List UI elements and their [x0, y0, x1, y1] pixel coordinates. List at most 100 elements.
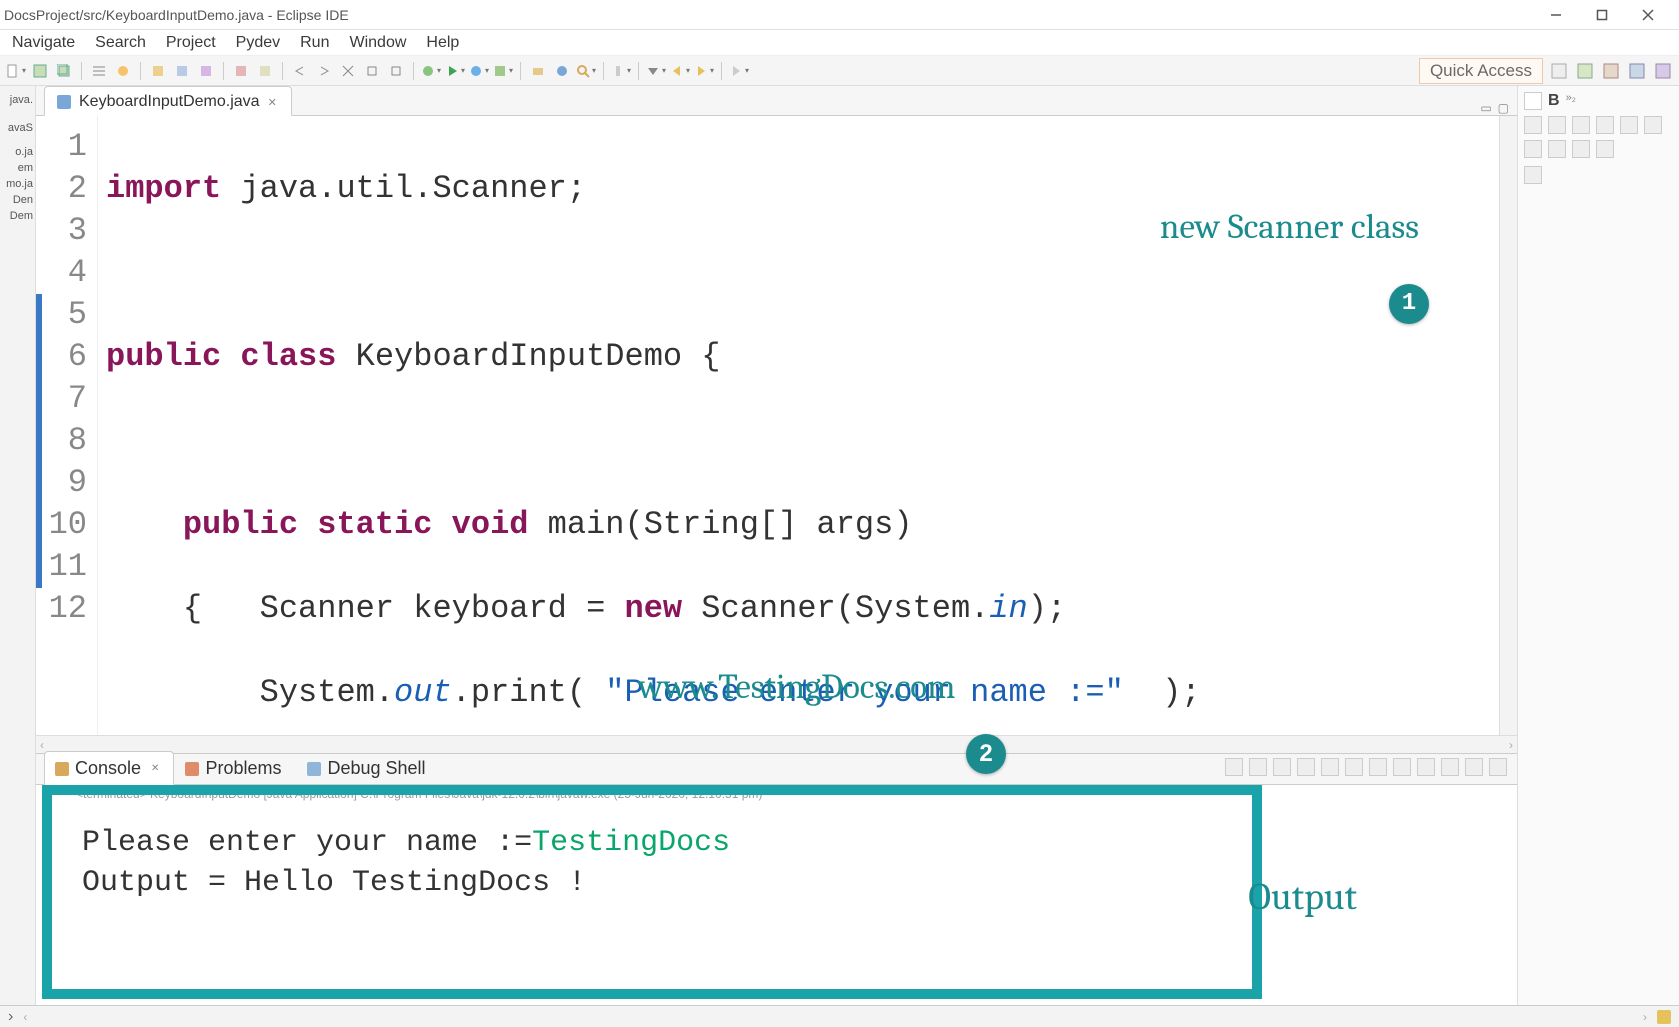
menu-pydev[interactable]: Pydev — [226, 34, 290, 52]
maximize-view-button[interactable] — [1489, 758, 1507, 776]
code-editor[interactable]: 1 2 3 4 5 6 7 8 9 10 11 12 import java.u… — [36, 116, 1517, 735]
hide-fields-button[interactable] — [1596, 116, 1614, 134]
status-right-arrow-icon[interactable]: › — [1643, 1010, 1647, 1024]
tab-console[interactable]: Console ✕ — [44, 751, 174, 785]
breadcrumb-menu-icon[interactable]: »₂ — [1566, 92, 1576, 110]
breadcrumb-icon[interactable] — [1524, 92, 1542, 110]
word-wrap-button[interactable] — [1345, 758, 1363, 776]
pin-console-button[interactable] — [1369, 758, 1387, 776]
remove-launch-button[interactable] — [1249, 758, 1267, 776]
minimize-view-button[interactable] — [1465, 758, 1483, 776]
scroll-left-icon[interactable]: ‹ — [40, 738, 44, 752]
menu-help[interactable]: Help — [416, 34, 469, 52]
redo-button[interactable] — [314, 61, 334, 81]
skip-breakpoints-button[interactable] — [113, 61, 133, 81]
display-selected-button[interactable] — [1393, 758, 1411, 776]
coverage-button[interactable] — [469, 61, 489, 81]
tab-problems[interactable]: Problems — [174, 751, 296, 784]
hide-static-button[interactable] — [1620, 116, 1638, 134]
quick-access-input[interactable]: Quick Access — [1419, 58, 1543, 84]
back-button[interactable] — [670, 61, 690, 81]
menu-button[interactable] — [1572, 140, 1590, 158]
save-all-button[interactable] — [54, 61, 74, 81]
bottom-tab-bar: Console ✕ Problems Debug Shell 2 — [36, 753, 1517, 785]
tab-debug-shell[interactable]: Debug Shell — [296, 751, 440, 784]
scroll-right-icon[interactable]: › — [1509, 738, 1513, 752]
separator — [721, 62, 722, 80]
editor-vscroll[interactable] — [1499, 116, 1517, 735]
new-console-button[interactable] — [1441, 758, 1459, 776]
link-editor-button[interactable] — [1548, 116, 1566, 134]
problems-icon — [185, 762, 199, 776]
close-tab-icon[interactable]: ✕ — [151, 763, 159, 774]
cut-button[interactable] — [338, 61, 358, 81]
window-title: DocsProject/src/KeyboardInputDemo.java -… — [4, 7, 1533, 23]
forward-button[interactable] — [694, 61, 714, 81]
close-tab-icon[interactable]: ✕ — [268, 96, 277, 109]
outline-chevron-down-icon[interactable] — [1524, 166, 1542, 184]
menu-run[interactable]: Run — [290, 34, 339, 52]
menu-project[interactable]: Project — [156, 34, 226, 52]
customize-perspective-button[interactable] — [1653, 61, 1673, 81]
watermark-url: www.TestingDocs.com — [638, 666, 955, 708]
last-edit-button[interactable] — [729, 61, 749, 81]
open-perspective-button[interactable] — [1549, 61, 1569, 81]
format-button[interactable] — [172, 61, 192, 81]
pin-button[interactable] — [611, 61, 631, 81]
collapse-all-button[interactable] — [1524, 116, 1542, 134]
sort-button[interactable] — [1572, 116, 1590, 134]
next-annotation-button[interactable] — [646, 61, 666, 81]
new-package-button[interactable] — [528, 61, 548, 81]
toggle-breadcrumb-button[interactable] — [89, 61, 109, 81]
menu-window[interactable]: Window — [339, 34, 416, 52]
debug-button[interactable] — [421, 61, 441, 81]
open-type-button[interactable] — [231, 61, 251, 81]
save-button[interactable] — [30, 61, 50, 81]
clear-console-button[interactable] — [1297, 758, 1315, 776]
code-area[interactable]: import java.util.Scanner; public class K… — [98, 116, 1499, 735]
minimize-editor-icon[interactable]: ▭ — [1480, 101, 1491, 115]
editor-tab-label: KeyboardInputDemo.java — [79, 93, 260, 111]
minimize-button[interactable] — [1533, 1, 1579, 29]
debug-perspective-button[interactable] — [1601, 61, 1621, 81]
copy-button[interactable] — [362, 61, 382, 81]
console-output-line: Output = Hello TestingDocs ! — [82, 863, 1242, 903]
scroll-lock-button[interactable] — [1321, 758, 1339, 776]
undo-button[interactable] — [290, 61, 310, 81]
java-perspective-button[interactable] — [1575, 61, 1595, 81]
status-left-arrow-icon[interactable]: ‹ — [23, 1010, 27, 1024]
paste-button[interactable] — [255, 61, 275, 81]
build-button[interactable] — [148, 61, 168, 81]
focus-button[interactable] — [1548, 140, 1566, 158]
run-button[interactable] — [445, 61, 465, 81]
pydev-perspective-button[interactable] — [1627, 61, 1647, 81]
hide-local-button[interactable] — [1524, 140, 1542, 158]
console-view[interactable]: <terminated> KeyboardInputDemo [Java App… — [36, 785, 1517, 1005]
annotation-badge-1: 1 — [1389, 284, 1429, 324]
package-explorer-minimized[interactable]: .java avaS o.ja em mo.ja Den Dem — [0, 86, 36, 1005]
organize-button[interactable] — [196, 61, 216, 81]
min-button[interactable] — [1596, 140, 1614, 158]
editor-tab-bar: KeyboardInputDemo.java ✕ ▭ ▢ — [36, 86, 1517, 116]
maximize-editor-icon[interactable]: ▢ — [1498, 101, 1509, 115]
separator — [603, 62, 604, 80]
remove-all-button[interactable] — [1273, 758, 1291, 776]
outline-view-minimized[interactable]: B »₂ — [1517, 86, 1679, 1005]
maximize-button[interactable] — [1579, 1, 1625, 29]
terminate-button[interactable] — [1225, 758, 1243, 776]
open-console-button[interactable] — [1417, 758, 1435, 776]
show-view-button[interactable]: › — [8, 1008, 13, 1026]
editor-tab-keyboardinputdemo[interactable]: KeyboardInputDemo.java ✕ — [44, 86, 292, 116]
new-class-button[interactable] — [552, 61, 572, 81]
menu-search[interactable]: Search — [85, 34, 156, 52]
tip-icon[interactable] — [1657, 1010, 1671, 1024]
hide-nonpublic-button[interactable] — [1644, 116, 1662, 134]
search-button[interactable] — [576, 61, 596, 81]
separator — [638, 62, 639, 80]
external-tools-button[interactable] — [493, 61, 513, 81]
menu-navigate[interactable]: Navigate — [2, 34, 85, 52]
close-button[interactable] — [1625, 1, 1671, 29]
java-file-icon — [57, 95, 71, 109]
new-button[interactable] — [6, 61, 26, 81]
delete-button[interactable] — [386, 61, 406, 81]
